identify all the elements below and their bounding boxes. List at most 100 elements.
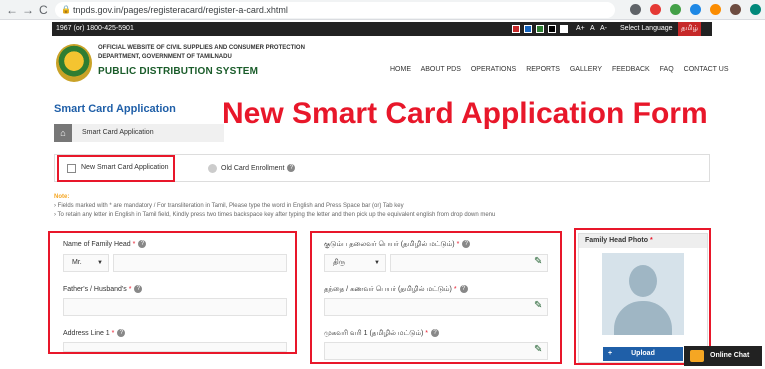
breadcrumb-item: Smart Card Application (82, 129, 154, 136)
old-card-label: Old Card Enrollment? (221, 164, 296, 172)
pencil-icon: ✎ (534, 256, 543, 267)
menu-operations[interactable]: OPERATIONS (471, 66, 516, 73)
main-menu: HOME ABOUT PDS OPERATIONS REPORTS GALLER… (390, 66, 737, 73)
photo-label-text: Family Head Photo (585, 237, 649, 244)
site-header: OFFICIAL WEBSITE OF CIVIL SUPPLIES AND C… (52, 36, 729, 96)
url-text: tnpds.gov.in/pages/registeracard/registe… (73, 5, 288, 15)
required-marker: * (453, 286, 457, 293)
help-icon[interactable]: ? (459, 285, 468, 294)
pencil-icon: ✎ (534, 300, 543, 311)
title-select[interactable]: Mr. ▼ (63, 254, 109, 272)
menu-contact-us[interactable]: CONTACT US (684, 66, 729, 73)
font-reset-button[interactable]: A (590, 22, 595, 36)
help-icon[interactable]: ? (462, 240, 471, 249)
old-card-radio[interactable] (208, 164, 217, 173)
required-marker: * (649, 237, 653, 244)
note-line-1: › Fields marked with * are mandatory / F… (54, 203, 404, 209)
pencil-icon: ✎ (534, 344, 543, 355)
tamil-address-input[interactable] (324, 342, 548, 360)
avatar-body-shape (614, 301, 672, 335)
home-icon[interactable]: ⌂ (54, 124, 72, 142)
overlay-title: New Smart Card Application Form (222, 97, 708, 130)
utility-bar: 1967 (or) 1800-425-5901 A+ A A- Select L… (52, 22, 712, 36)
required-marker: * (128, 285, 132, 293)
chevron-down-icon: ▼ (97, 260, 103, 266)
address-label: Address Line 1 *? (63, 329, 126, 337)
tamil-title-select[interactable]: திரு ▼ (324, 254, 386, 272)
tamil-family-head-input[interactable] (390, 254, 548, 272)
theme-red-swatch[interactable] (512, 25, 520, 33)
help-icon[interactable]: ? (138, 240, 147, 248)
note-label: Note: (54, 194, 70, 200)
font-decrease-button[interactable]: A- (600, 22, 607, 36)
tamil-title-select-value: திரு (333, 259, 346, 266)
address-label-text: Address Line 1 (63, 329, 110, 337)
avatar-head-shape (629, 265, 657, 297)
theme-blue-swatch[interactable] (524, 25, 532, 33)
required-marker: * (456, 241, 460, 248)
menu-feedback[interactable]: FEEDBACK (612, 66, 650, 73)
extension-icon[interactable] (630, 4, 641, 15)
theme-black-swatch[interactable] (548, 25, 556, 33)
tamil-father-label: தந்தை / கணவர் பெயர் (தமிழில் மட்டும்) *? (324, 285, 468, 294)
browser-toolbar: ← → C 🔒 tnpds.gov.in/pages/registeracard… (0, 0, 765, 20)
tamil-language-button[interactable]: தமிழ் (678, 22, 702, 36)
tamil-family-head-label-text: குடும்ப தலைவர் பெயர் (தமிழில் மட்டும்) (324, 241, 455, 248)
title-select-value: Mr. (72, 259, 82, 266)
help-icon[interactable]: ? (134, 285, 143, 293)
tamil-father-input[interactable] (324, 298, 548, 316)
online-chat-button[interactable]: Online Chat (684, 346, 762, 366)
highlight-box (57, 155, 175, 182)
org-line-2: DEPARTMENT, GOVERNMENT OF TAMILNADU (98, 54, 232, 60)
menu-reports[interactable]: REPORTS (526, 66, 560, 73)
chat-label: Online Chat (710, 352, 750, 359)
theme-green-swatch[interactable] (536, 25, 544, 33)
father-label: Father's / Husband's *? (63, 285, 143, 293)
menu-faq[interactable]: FAQ (660, 66, 674, 73)
menu-home[interactable]: HOME (390, 66, 411, 73)
photo-panel: Family Head Photo * + Upload (578, 233, 708, 363)
required-marker: * (425, 330, 428, 337)
father-name-input[interactable] (63, 298, 287, 316)
extension-icon[interactable] (650, 4, 661, 15)
chat-icon (690, 350, 704, 362)
family-head-label: Name of Family Head *? (63, 240, 147, 248)
theme-white-swatch[interactable] (560, 25, 568, 33)
upload-button[interactable]: + Upload (603, 347, 683, 361)
father-label-text: Father's / Husband's (63, 285, 127, 293)
tamil-family-head-label: குடும்ப தலைவர் பெயர் (தமிழில் மட்டும்) *… (324, 240, 471, 249)
site-title: PUBLIC DISTRIBUTION SYSTEM (98, 66, 259, 77)
upload-label: Upload (631, 350, 655, 357)
tamil-address-label-text: முகவரி வரி 1 (தமிழில் மட்டும்) (324, 330, 424, 337)
help-icon[interactable]: ? (430, 329, 439, 338)
extension-icon[interactable] (690, 4, 701, 15)
extension-icon[interactable] (670, 4, 681, 15)
extension-icon[interactable] (710, 4, 721, 15)
address-bar[interactable]: 🔒 tnpds.gov.in/pages/registeracard/regis… (55, 2, 615, 18)
avatar-placeholder (602, 253, 684, 335)
org-line-1: OFFICIAL WEBSITE OF CIVIL SUPPLIES AND C… (98, 45, 305, 51)
extension-icon[interactable] (730, 4, 741, 15)
address-line1-input[interactable] (63, 342, 287, 352)
required-marker: * (111, 329, 115, 337)
old-card-text[interactable]: Old Card Enrollment (221, 165, 284, 172)
menu-about-pds[interactable]: ABOUT PDS (421, 66, 461, 73)
select-language-link[interactable]: Select Language (620, 22, 673, 36)
help-icon[interactable]: ? (287, 164, 296, 172)
chevron-down-icon: ▼ (374, 260, 380, 266)
back-icon[interactable]: ← (6, 3, 18, 17)
extension-icon[interactable] (750, 4, 761, 15)
font-increase-button[interactable]: A+ (576, 22, 585, 36)
tn-emblem-logo (56, 44, 92, 82)
menu-gallery[interactable]: GALLERY (570, 66, 602, 73)
plus-icon: + (608, 350, 613, 357)
family-head-name-input[interactable] (113, 254, 287, 272)
help-icon[interactable]: ? (117, 329, 126, 337)
tamil-father-label-text: தந்தை / கணவர் பெயர் (தமிழில் மட்டும்) (324, 286, 452, 293)
reload-icon[interactable]: C (39, 3, 48, 17)
photo-label: Family Head Photo * (579, 234, 707, 248)
helpline-number: 1967 (or) 1800-425-5901 (56, 25, 134, 32)
forward-icon[interactable]: → (22, 3, 34, 17)
breadcrumb: ⌂ Smart Card Application (54, 124, 224, 142)
required-marker: * (132, 240, 136, 248)
